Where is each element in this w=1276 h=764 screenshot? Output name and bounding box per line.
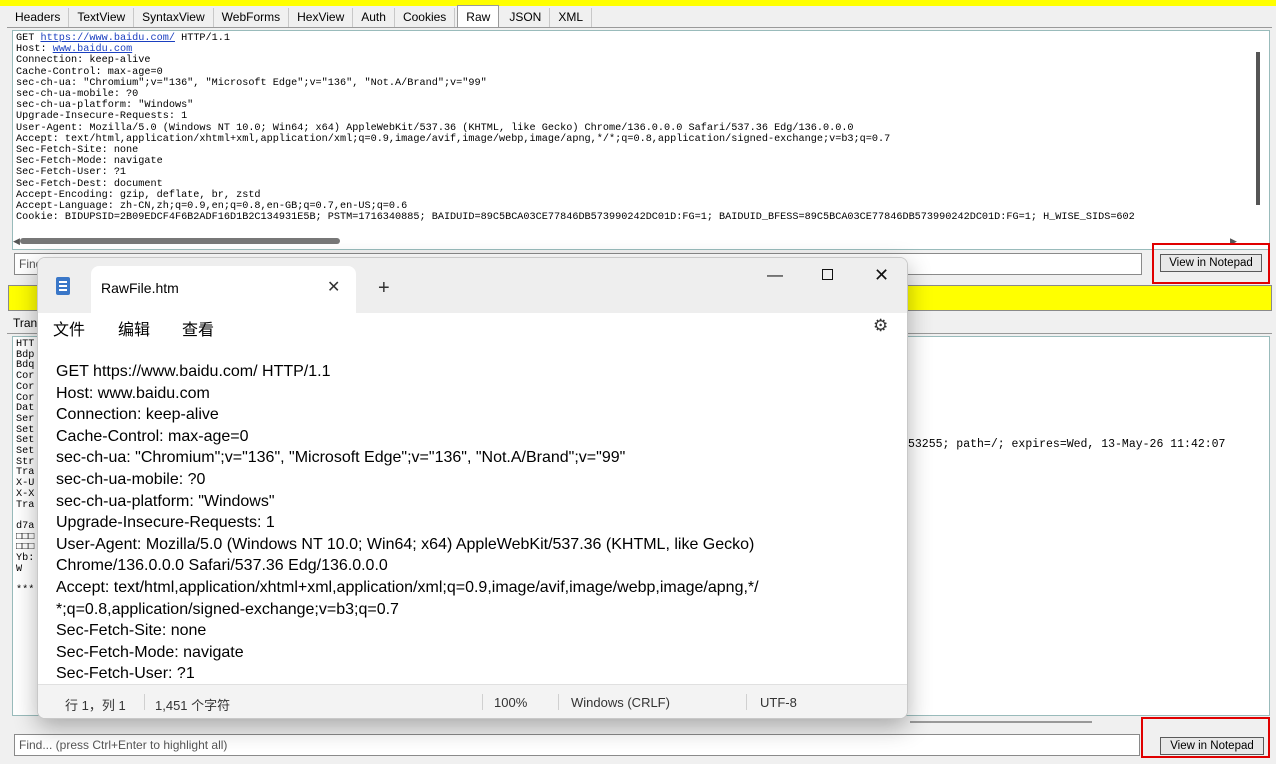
tab-xml[interactable]: XML [550,8,593,27]
status-separator [144,694,145,710]
status-separator [482,694,483,710]
tab-textview[interactable]: TextView [69,8,135,27]
notepad-text-content: GET https://www.baidu.com/ HTTP/1.1 Host… [56,363,759,683]
notepad-file-tab[interactable]: RawFile.htm ✕ [91,266,356,313]
menu-view[interactable]: 查看 [182,316,214,340]
host-header-label: Host: [16,44,47,56]
tab-response-transformer[interactable]: Tran [13,316,37,330]
scroll-left-arrow-icon[interactable]: ◀ [13,236,20,247]
notepad-menubar [38,313,907,348]
find-input-response[interactable]: Find... (press Ctrl+Enter to highlight a… [14,734,1140,756]
notepad-editor[interactable]: GET https://www.baidu.com/ HTTP/1.1 Host… [38,348,907,684]
minimize-icon[interactable]: — [767,268,783,284]
maximize-icon[interactable] [822,269,833,280]
request-url-link[interactable]: https://www.baidu.com/ [40,33,175,44]
status-cursor-position: 行 1，列 1 [65,698,126,713]
request-headers-text: Connection: keep-alive Cache-Control: ma… [16,55,1135,224]
menu-edit[interactable]: 编辑 [118,316,150,340]
tab-json[interactable]: JSON [501,8,551,27]
notepad-tab-title: RawFile.htm [101,280,179,296]
response-horizontal-scrollbar[interactable] [910,721,1092,723]
tab-auth[interactable]: Auth [353,8,395,27]
status-separator [558,694,559,710]
status-zoom[interactable]: 100% [494,695,527,710]
settings-gear-icon[interactable]: ⚙ [873,316,888,336]
tab-syntaxview[interactable]: SyntaxView [134,8,214,27]
tab-headers[interactable]: Headers [7,8,70,27]
new-tab-button[interactable]: + [378,278,390,298]
menu-file[interactable]: 文件 [53,316,85,340]
annotation-highlight-box [1152,243,1270,284]
raw-request-textarea[interactable]: GET https://www.baidu.com/ HTTP/1.1 Host… [12,30,1270,250]
tab-webforms[interactable]: WebForms [214,8,290,27]
notepad-app-icon [56,277,70,295]
status-line-ending[interactable]: Windows (CRLF) [571,695,670,710]
tab-hexview[interactable]: HexView [289,8,354,27]
request-vertical-scrollbar[interactable] [1256,52,1260,205]
request-horizontal-scrollbar[interactable] [20,238,340,244]
status-encoding[interactable]: UTF-8 [760,695,797,710]
tab-cookies[interactable]: Cookies [395,8,456,27]
host-header-link[interactable]: www.baidu.com [53,44,132,55]
annotation-highlight-box [1141,717,1270,758]
request-method: GET [16,33,35,44]
tab-raw[interactable]: Raw [457,5,500,27]
close-tab-icon[interactable]: ✕ [327,277,340,297]
request-protocol: HTTP/1.1 [181,33,231,44]
inspector-tab-bar: Headers TextView SyntaxView WebForms Hex… [7,5,1272,28]
close-window-icon[interactable]: ✕ [874,266,889,284]
notepad-window: RawFile.htm ✕ + — ✕ 文件 编辑 查看 ⚙ GET https… [37,257,908,719]
status-separator [746,694,747,710]
status-char-count: 1,451 个字符 [155,698,231,713]
response-cookie-fragment: 53255; path=/; expires=Wed, 13-May-26 11… [908,438,1226,451]
